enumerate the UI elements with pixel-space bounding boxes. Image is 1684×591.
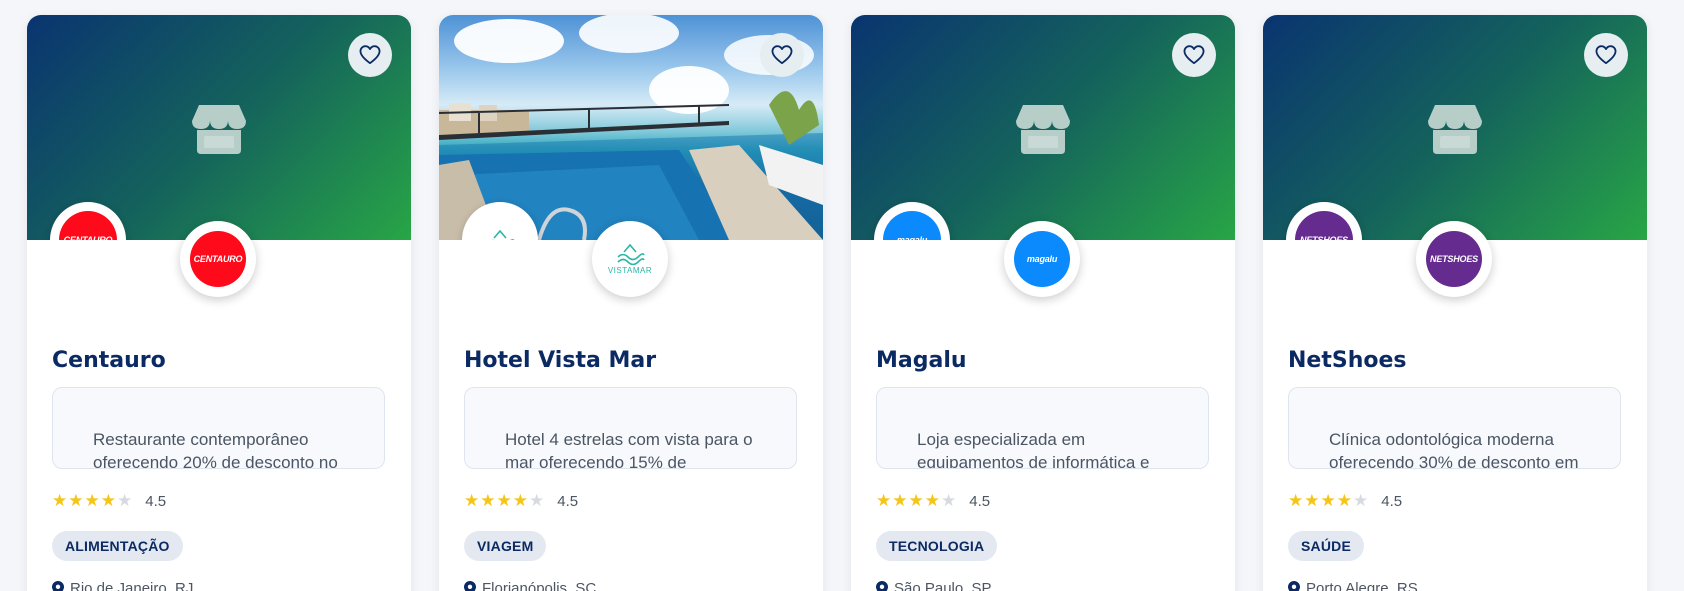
favorite-button[interactable] [760, 33, 804, 77]
rating: ★ ★ ★ ★ ★ 4.5 [876, 491, 990, 511]
rating: ★ ★ ★ ★ ★ 4.5 [1288, 491, 1402, 511]
card-title[interactable]: Centauro [52, 348, 166, 373]
map-pin-icon [876, 580, 888, 591]
logo-thumbnail: magalu [874, 202, 950, 240]
category-badge[interactable]: ALIMENTAÇÃO [52, 531, 183, 561]
establishment-card[interactable]: NETSHOES NETSHOES NetShoes Clínica odont… [1263, 15, 1647, 591]
description-text: Clínica odontológica moderna oferecendo … [1329, 430, 1579, 469]
map-pin-icon [52, 580, 64, 591]
star-icon: ★ [529, 491, 545, 510]
star-icon: ★ [941, 491, 957, 510]
heart-icon [1595, 45, 1617, 65]
card-banner: CENTAURO [27, 15, 411, 240]
favorite-button[interactable] [1172, 33, 1216, 77]
card-description: Clínica odontológica moderna oferecendo … [1288, 387, 1621, 469]
star-icon: ★ [84, 491, 100, 510]
heart-icon [359, 45, 381, 65]
rating-value: 4.5 [1381, 492, 1403, 510]
logo-text: NETSHOES [1430, 254, 1478, 264]
star-icon: ★ [68, 491, 84, 510]
favorite-button[interactable] [1584, 33, 1628, 77]
location: Rio de Janeiro, RJ [52, 580, 193, 591]
star-icon: ★ [1288, 491, 1304, 510]
rating-value: 4.5 [145, 492, 167, 510]
category-badge[interactable]: SAÚDE [1288, 531, 1365, 561]
star-icon: ★ [1320, 491, 1336, 510]
map-pin-icon [1288, 580, 1300, 591]
card-title[interactable]: Magalu [876, 348, 967, 373]
card-title[interactable]: NetShoes [1288, 348, 1407, 373]
category-badge[interactable]: VIAGEM [464, 531, 547, 561]
logo-text: CENTAURO [193, 254, 243, 264]
brand-logo: NETSHOES [1416, 221, 1492, 297]
location-text: Rio de Janeiro, RJ [70, 580, 194, 591]
star-icon: ★ [1336, 491, 1352, 510]
star-icon: ★ [464, 491, 480, 510]
establishment-card[interactable]: CENTAURO CENTAURO Centauro Restaurante c… [27, 15, 411, 591]
location-text: São Paulo, SP [894, 580, 992, 591]
brand-logo: VISTAMAR [592, 221, 668, 297]
store-icon [191, 103, 247, 155]
description-text: Hotel 4 estrelas com vista para o mar of… [505, 430, 753, 469]
establishment-card[interactable]: magalu magalu Magalu Loja especializada … [851, 15, 1235, 591]
logo-text: VISTAMAR [607, 266, 653, 275]
rating: ★ ★ ★ ★ ★ 4.5 [464, 491, 578, 511]
description-text: Restaurante contemporâneo oferecendo 20%… [93, 430, 338, 469]
star-icon: ★ [1304, 491, 1320, 510]
heart-icon [1183, 45, 1205, 65]
location: Florianópolis, SC [464, 580, 596, 591]
category-badge[interactable]: TECNOLOGIA [876, 531, 998, 561]
rating: ★ ★ ★ ★ ★ 4.5 [52, 491, 166, 511]
star-icon: ★ [1353, 491, 1369, 510]
star-icon: ★ [100, 491, 116, 510]
card-description: Hotel 4 estrelas com vista para o mar of… [464, 387, 797, 469]
logo-text: CENTAURO [63, 235, 113, 240]
store-icon [1427, 103, 1483, 155]
establishment-grid: CENTAURO CENTAURO Centauro Restaurante c… [27, 15, 1647, 591]
star-icon: ★ [876, 491, 892, 510]
star-icon: ★ [892, 491, 908, 510]
card-description: Loja especializada em equipamentos de in… [876, 387, 1209, 469]
star-icon: ★ [924, 491, 940, 510]
location: Porto Alegre, RS [1288, 580, 1418, 591]
star-icon: ★ [512, 491, 528, 510]
logo-text: magalu [896, 235, 928, 240]
star-icon: ★ [496, 491, 512, 510]
card-banner [439, 15, 823, 240]
rating-value: 4.5 [969, 492, 991, 510]
logo-thumbnail: CENTAURO [50, 202, 126, 240]
logo-thumbnail: NETSHOES [1286, 202, 1362, 240]
card-banner: NETSHOES [1263, 15, 1647, 240]
favorite-button[interactable] [348, 33, 392, 77]
star-icon: ★ [117, 491, 133, 510]
star-icon: ★ [480, 491, 496, 510]
location-text: Florianópolis, SC [482, 580, 597, 591]
location: São Paulo, SP [876, 580, 992, 591]
brand-logo: magalu [1004, 221, 1080, 297]
star-icon: ★ [52, 491, 68, 510]
heart-icon [771, 45, 793, 65]
location-text: Porto Alegre, RS [1306, 580, 1418, 591]
establishment-card[interactable]: VISTAMAR Hotel Vista Mar Hotel 4 estrela… [439, 15, 823, 591]
brand-logo: CENTAURO [180, 221, 256, 297]
logo-text: NETSHOES [1300, 235, 1348, 240]
card-description: Restaurante contemporâneo oferecendo 20%… [52, 387, 385, 469]
card-banner: magalu [851, 15, 1235, 240]
map-pin-icon [464, 580, 476, 591]
star-icon: ★ [908, 491, 924, 510]
logo-text: magalu [1026, 254, 1058, 264]
rating-value: 4.5 [557, 492, 579, 510]
description-text: Loja especializada em equipamentos de in… [917, 430, 1150, 469]
card-title[interactable]: Hotel Vista Mar [464, 348, 656, 373]
store-icon [1015, 103, 1071, 155]
